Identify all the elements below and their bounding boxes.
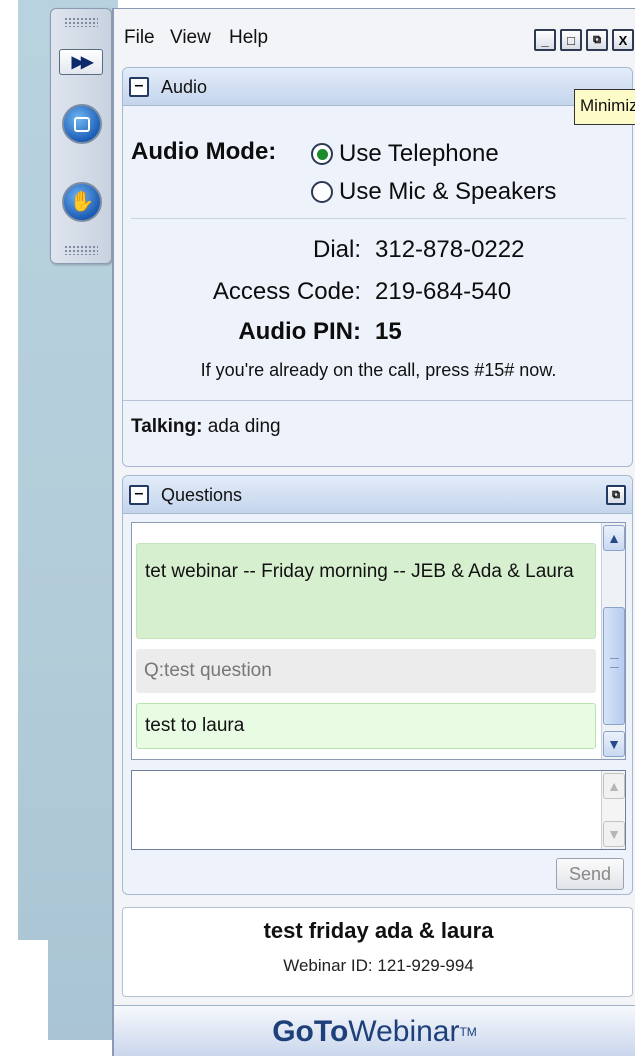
popout-questions-button[interactable]: ⧉ bbox=[606, 485, 626, 505]
question-input[interactable] bbox=[132, 771, 602, 849]
maximize-button[interactable]: □ bbox=[560, 29, 582, 51]
restore-icon: ⧉ bbox=[593, 33, 601, 46]
audio-section: – Audio Audio Mode: Use Telephone Use Mi… bbox=[122, 67, 633, 467]
use-mic-speakers-label: Use Mic & Speakers bbox=[339, 178, 557, 205]
minus-icon: – bbox=[134, 485, 144, 502]
use-mic-speakers-option[interactable]: Use Mic & Speakers bbox=[311, 178, 556, 206]
questions-section-title: Questions bbox=[161, 485, 243, 505]
grip-lines-icon bbox=[610, 658, 619, 668]
scroll-up-arrow-icon[interactable]: ▲ bbox=[603, 773, 625, 799]
question-item[interactable]: Q:test question bbox=[136, 649, 596, 693]
restore-button[interactable]: ⧉ bbox=[586, 29, 608, 51]
access-code-value: 219-684-540 bbox=[375, 278, 512, 305]
menu-help[interactable]: Help bbox=[229, 27, 268, 49]
trademark: TM bbox=[459, 1024, 477, 1039]
menu-file[interactable]: File bbox=[124, 27, 155, 49]
talking-value: ada ding bbox=[207, 416, 281, 437]
pin-instruction: If you're already on the call, press #15… bbox=[200, 360, 557, 380]
dial-value: 312-878-0222 bbox=[375, 236, 525, 263]
scroll-up-arrow-icon[interactable]: ▲ bbox=[603, 525, 625, 551]
webinar-info: test friday ada & laura Webinar ID: 121-… bbox=[122, 907, 633, 997]
use-telephone-option[interactable]: Use Telephone bbox=[311, 140, 499, 168]
scroll-thumb[interactable] bbox=[603, 607, 625, 725]
radio-selected-dot bbox=[316, 148, 328, 160]
minimize-icon: _ bbox=[541, 32, 549, 48]
popout-icon: ⧉ bbox=[612, 489, 620, 501]
talking-label: Talking: bbox=[131, 416, 203, 437]
screen-share-icon bbox=[74, 116, 90, 132]
webinar-title: test friday ada & laura bbox=[263, 918, 494, 943]
minimize-button[interactable]: _ bbox=[534, 29, 556, 51]
audio-pin-label: Audio PIN: bbox=[238, 318, 361, 345]
brand-webinar: Webinar bbox=[348, 1014, 460, 1048]
scroll-down-arrow-icon[interactable]: ▼ bbox=[603, 731, 625, 757]
desktop-background-cut bbox=[48, 1040, 118, 1056]
menu-bar: File View Help _ □ ⧉ X bbox=[114, 9, 635, 64]
question-item[interactable]: tet webinar -- Friday morning -- JEB & A… bbox=[136, 543, 596, 639]
minus-icon: – bbox=[134, 77, 144, 94]
grip-icon[interactable] bbox=[64, 17, 98, 27]
audio-collapse-button[interactable]: – bbox=[129, 77, 149, 97]
grip-icon[interactable] bbox=[64, 245, 98, 255]
raise-hand-icon: ✋ bbox=[69, 191, 95, 213]
question-input-box[interactable]: ▲ ▼ bbox=[131, 770, 626, 850]
desktop-background-cut bbox=[18, 940, 48, 1056]
questions-collapse-button[interactable]: – bbox=[129, 485, 149, 505]
menu-view[interactable]: View bbox=[170, 27, 211, 49]
audio-section-title: Audio bbox=[161, 77, 208, 97]
show-my-screen-button[interactable] bbox=[62, 104, 102, 144]
tooltip: Minimize bbox=[574, 89, 635, 125]
control-panel: File View Help _ □ ⧉ X Minimize – Audio … bbox=[112, 8, 635, 1056]
fast-forward-icon: ▶▶ bbox=[71, 54, 94, 71]
audio-mode-label: Audio Mode: bbox=[131, 138, 277, 165]
access-code-label: Access Code: bbox=[212, 278, 361, 305]
close-icon: X bbox=[618, 32, 628, 48]
expand-panel-button[interactable]: ▶▶ bbox=[59, 49, 103, 75]
divider bbox=[131, 218, 626, 219]
maximize-icon: □ bbox=[567, 32, 575, 48]
questions-log[interactable]: tet webinar -- Friday morning -- JEB & A… bbox=[131, 522, 626, 760]
audio-section-header: – Audio bbox=[123, 68, 632, 106]
radio-button[interactable] bbox=[311, 143, 333, 165]
input-scrollbar[interactable]: ▲ ▼ bbox=[601, 771, 625, 849]
close-button[interactable]: X bbox=[612, 29, 634, 51]
dial-label: Dial: bbox=[312, 236, 361, 263]
webinar-id: Webinar ID: 121-929-994 bbox=[283, 956, 474, 975]
brand-goto: GoTo bbox=[272, 1014, 349, 1048]
page-margin bbox=[0, 0, 18, 1056]
scroll-down-arrow-icon[interactable]: ▼ bbox=[603, 821, 625, 847]
send-button[interactable]: Send bbox=[556, 858, 624, 890]
talking-indicator: Talking: ada ding bbox=[131, 416, 281, 438]
question-item[interactable]: test to laura bbox=[136, 703, 596, 749]
use-telephone-label: Use Telephone bbox=[339, 140, 499, 167]
grab-tab[interactable]: ▶▶ ✋ bbox=[50, 8, 112, 264]
questions-section-header: – Questions ⧉ bbox=[123, 476, 632, 514]
divider bbox=[123, 400, 632, 401]
radio-button[interactable] bbox=[311, 181, 333, 203]
raise-hand-button[interactable]: ✋ bbox=[62, 182, 102, 222]
audio-pin-value: 15 bbox=[375, 318, 402, 345]
brand-footer: GoTo Webinar TM bbox=[114, 1005, 635, 1056]
questions-section: – Questions ⧉ tet webinar -- Friday morn… bbox=[122, 475, 633, 895]
questions-scrollbar[interactable]: ▲ ▼ bbox=[601, 523, 625, 759]
